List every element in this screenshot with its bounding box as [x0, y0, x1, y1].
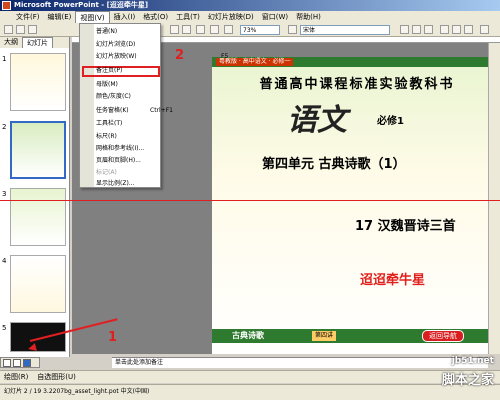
menu-item-slideshow[interactable]: 幻灯片放映(W) F5: [96, 52, 228, 61]
tab-outline[interactable]: 大纲: [0, 37, 22, 48]
slide-series-title: 普通高中课程标准实验教科书: [259, 77, 455, 92]
menu-insert[interactable]: 插入(I): [110, 11, 140, 23]
menu-item-toolbars[interactable]: 工具栏(T): [96, 119, 122, 128]
menu-item-color-grayscale[interactable]: 颜色/灰度(C): [96, 92, 131, 101]
menu-bar: 文件(F) 编辑(E) 视图(V) 插入(I) 格式(O) 工具(T) 幻灯片放…: [0, 11, 500, 23]
draw-menu[interactable]: 绘图(R): [4, 373, 28, 381]
slide-thumbnail-selected[interactable]: [10, 121, 66, 179]
menu-item-zoom[interactable]: 显示比例(Z)...: [96, 179, 135, 188]
pane-tabs: 大纲 幻灯片: [0, 37, 69, 48]
slide-subject-title: 语文: [287, 103, 347, 138]
slide-footer-label: 古典诗歌: [232, 331, 264, 340]
menu-edit[interactable]: 编辑(E): [44, 11, 76, 23]
align-right-icon[interactable]: [464, 25, 473, 34]
back-navigation-button[interactable]: 返回导航: [422, 330, 464, 342]
menu-item-task-pane-key: Ctrl+F1: [150, 107, 173, 114]
menu-tools[interactable]: 工具(T): [172, 11, 204, 23]
slide-thumbnail[interactable]: [10, 255, 66, 313]
slide-unit-title: 第四单元 古典诗歌（1）: [262, 157, 406, 172]
grid-icon[interactable]: [210, 25, 219, 34]
menu-format[interactable]: 格式(O): [139, 11, 172, 23]
table-icon[interactable]: [170, 25, 179, 34]
italic-icon[interactable]: [412, 25, 421, 34]
menu-item-slideshow-label: 幻灯片放映(W): [96, 53, 137, 60]
view-menu-dropdown: 普通(N) 幻灯片浏览(D) 幻灯片放映(W) F5 备注页(P) 母版(M) …: [79, 23, 228, 188]
font-size-icon[interactable]: [480, 25, 489, 34]
step-number-2: 2: [175, 48, 185, 63]
normal-view-icon[interactable]: [3, 359, 11, 367]
current-slide[interactable]: 粤教版 · 高中语文 · 必修一 普通高中课程标准实验教科书 语文 必修1 第四…: [212, 57, 500, 354]
menu-window[interactable]: 窗口(W): [258, 11, 292, 23]
slide-thumbnail[interactable]: [10, 53, 66, 111]
font-select[interactable]: 宋体: [300, 25, 390, 35]
slide-volume: 必修1: [377, 116, 404, 127]
slideshow-view-icon[interactable]: [23, 359, 31, 367]
watermark-site: 脚本之家: [441, 373, 494, 388]
slide-thumbnail[interactable]: [10, 188, 66, 246]
menu-file[interactable]: 文件(F): [12, 11, 44, 23]
menu-help[interactable]: 帮助(H): [292, 11, 325, 23]
slide-lesson-title: 17 汉魏晋诗三首: [355, 219, 456, 234]
watermark-url: jb51.net: [451, 356, 494, 366]
menu-item-normal[interactable]: 普通(N): [96, 27, 117, 36]
menu-item-ruler[interactable]: 标尺(R): [96, 132, 117, 141]
color-icon[interactable]: [224, 25, 233, 34]
menu-item-markup[interactable]: 标记(A): [96, 168, 117, 177]
menu-item-task-pane[interactable]: 任务窗格(K) Ctrl+F1: [96, 106, 173, 115]
annotation-line: [0, 200, 500, 201]
thumb-number: 2: [2, 123, 7, 131]
chart-icon[interactable]: [182, 25, 191, 34]
window-title: Microsoft PowerPoint - [迢迢牵牛星]: [14, 1, 149, 9]
insert-picture-icon[interactable]: [196, 25, 205, 34]
menu-icon-gutter: [80, 24, 94, 187]
new-icon[interactable]: [4, 25, 13, 34]
window-title-bar: Microsoft PowerPoint - [迢迢牵牛星]: [0, 0, 500, 11]
menu-item-task-pane-label: 任务窗格(K): [96, 107, 129, 114]
menu-item-notes-page[interactable]: 备注页(P): [96, 66, 122, 75]
open-icon[interactable]: [16, 25, 25, 34]
slide-sorter-view-icon[interactable]: [13, 359, 21, 367]
menu-item-grid-guides[interactable]: 网格和参考线(I)...: [96, 144, 144, 153]
save-icon[interactable]: [28, 25, 37, 34]
menu-item-master[interactable]: 母版(M): [96, 80, 118, 89]
vertical-scrollbar[interactable]: [488, 43, 500, 354]
menu-view[interactable]: 视图(V): [75, 11, 110, 23]
menu-item-header-footer[interactable]: 页眉和页脚(H)...: [96, 156, 141, 165]
menu-item-slide-sorter[interactable]: 幻灯片浏览(D): [96, 40, 135, 49]
underline-icon[interactable]: [424, 25, 433, 34]
slide-footer-button[interactable]: 第四讲: [312, 331, 336, 341]
menu-item-slideshow-key: F5: [221, 53, 229, 60]
slide-top-banner: 粤教版 · 高中语文 · 必修一: [212, 57, 500, 67]
bold-icon[interactable]: [400, 25, 409, 34]
slide-footer: 古典诗歌 第四讲 返回导航: [212, 329, 500, 343]
step-number-1: 1: [108, 330, 118, 345]
thumb-number: 5: [2, 324, 7, 332]
tab-slides[interactable]: 幻灯片: [22, 37, 53, 48]
menu-slideshow[interactable]: 幻灯片放映(D): [204, 11, 258, 23]
align-center-icon[interactable]: [452, 25, 461, 34]
help-icon[interactable]: [288, 25, 297, 34]
thumb-number: 1: [2, 55, 7, 63]
thumb-number: 3: [2, 190, 7, 198]
drawing-toolbar: 绘图(R) 自选图形(U): [0, 370, 500, 383]
align-left-icon[interactable]: [440, 25, 449, 34]
slide-poem-title: 迢迢牵牛星: [360, 273, 426, 288]
zoom-select[interactable]: 73%: [240, 25, 280, 35]
autoshapes-menu[interactable]: 自选图形(U): [37, 373, 76, 381]
notes-pane[interactable]: 单击此处添加备注: [112, 357, 488, 368]
thumb-number: 4: [2, 257, 7, 265]
powerpoint-icon: [2, 1, 11, 10]
slides-pane: 大纲 幻灯片 1 2 3 4 5: [0, 37, 70, 357]
status-bar: 幻灯片 2 / 19 3.2207bg_asset_light.pot 中文(中…: [0, 384, 500, 400]
view-buttons: [0, 357, 40, 368]
